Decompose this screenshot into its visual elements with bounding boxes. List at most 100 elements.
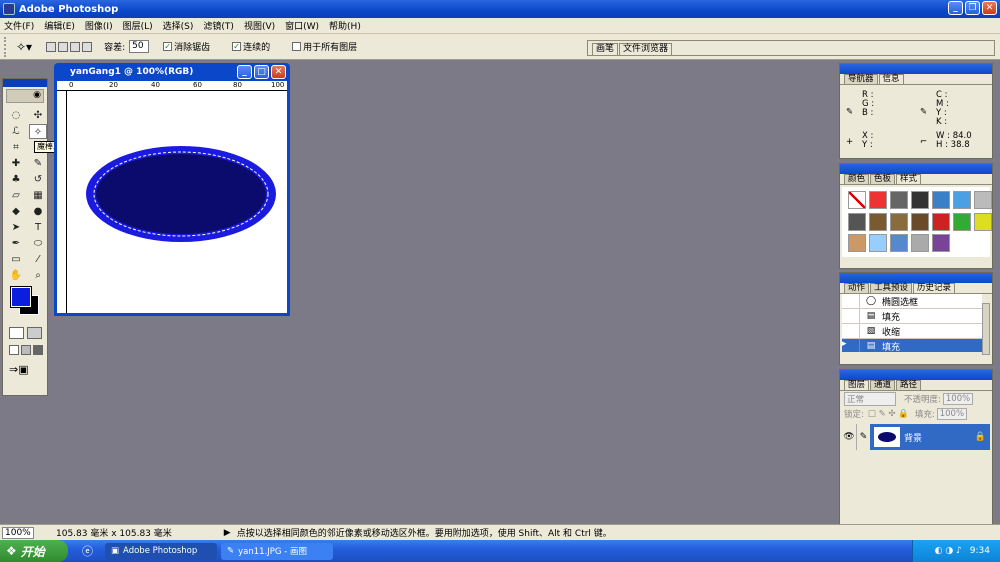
style-swatch[interactable] xyxy=(932,212,950,231)
foreground-color-swatch[interactable] xyxy=(10,286,32,308)
style-swatch[interactable] xyxy=(974,191,992,209)
menu-image[interactable]: 图像(I) xyxy=(85,19,113,32)
add-selection-icon[interactable] xyxy=(58,41,69,52)
style-swatch[interactable] xyxy=(890,212,908,231)
style-swatch[interactable] xyxy=(869,191,887,209)
clock[interactable]: 9:34 xyxy=(970,546,990,556)
antialias-checkbox[interactable]: ✓ xyxy=(163,42,173,51)
style-swatch[interactable] xyxy=(932,234,950,253)
style-swatch[interactable] xyxy=(890,234,908,253)
minimize-button[interactable]: _ xyxy=(948,1,963,15)
history-item[interactable]: ▧ 收缩 xyxy=(842,324,982,339)
tab-info[interactable]: 信息 xyxy=(878,74,904,84)
layers-panel-header[interactable] xyxy=(840,370,992,380)
pen-tool-icon[interactable]: ✒ xyxy=(7,236,25,251)
clone-stamp-icon[interactable]: ♣ xyxy=(7,172,25,187)
menu-file[interactable]: 文件(F) xyxy=(4,19,34,32)
canvas-artwork[interactable] xyxy=(67,91,287,313)
lasso-tool-icon[interactable]: ℒ xyxy=(7,124,25,139)
doc-maximize-button[interactable]: □ xyxy=(254,65,269,79)
style-swatch[interactable] xyxy=(848,212,866,231)
menu-edit[interactable]: 编辑(E) xyxy=(44,19,75,32)
style-swatch[interactable] xyxy=(932,191,950,209)
quicklaunch-ie-icon[interactable]: ⓔ xyxy=(82,543,93,559)
contiguous-checkbox[interactable]: ✓ xyxy=(232,42,242,51)
menu-select[interactable]: 选择(S) xyxy=(163,19,194,32)
eye-icon[interactable]: 👁 xyxy=(842,424,856,450)
menu-window[interactable]: 窗口(W) xyxy=(285,19,319,32)
brush-link-icon[interactable]: ✎ xyxy=(856,424,870,450)
style-swatch[interactable] xyxy=(953,191,971,209)
gradient-tool-icon[interactable]: ▦ xyxy=(29,188,47,203)
all-layers-checkbox[interactable] xyxy=(292,42,302,51)
task-paint[interactable]: ✎ yan11.JPG - 画图 xyxy=(221,542,333,560)
tab-history[interactable]: 历史记录 xyxy=(913,283,956,293)
marquee-tool-icon[interactable]: ◌ xyxy=(7,108,25,123)
options-grip[interactable] xyxy=(4,36,12,57)
style-swatch[interactable] xyxy=(911,212,929,231)
well-tab-brushes[interactable]: 画笔 xyxy=(592,43,619,55)
menu-help[interactable]: 帮助(H) xyxy=(329,19,361,32)
eraser-tool-icon[interactable]: ▱ xyxy=(7,188,25,203)
screen-mode-standard-icon[interactable] xyxy=(9,345,19,355)
toolbox-header[interactable] xyxy=(3,79,47,87)
well-tab-file-browser[interactable]: 文件浏览器 xyxy=(619,43,673,55)
tab-paths[interactable]: 路径 xyxy=(896,380,922,390)
style-swatch[interactable] xyxy=(869,234,887,253)
styles-panel-header[interactable] xyxy=(840,164,992,174)
style-none-swatch[interactable] xyxy=(848,191,866,209)
tolerance-input[interactable]: 50 xyxy=(129,40,150,53)
tab-actions[interactable]: 动作 xyxy=(844,283,870,293)
lock-icons[interactable]: □ ✎ ✣ 🔒 xyxy=(868,409,909,419)
style-swatch[interactable] xyxy=(848,234,866,253)
type-tool-icon[interactable]: T xyxy=(29,220,47,235)
history-brush-icon[interactable]: ↺ xyxy=(29,172,47,187)
style-swatch[interactable] xyxy=(953,212,971,231)
screen-mode-full-menu-icon[interactable] xyxy=(21,345,31,355)
new-selection-icon[interactable] xyxy=(46,41,57,52)
magic-wand-tool-icon[interactable]: ✧ xyxy=(29,124,47,139)
history-item[interactable]: ◯ 椭圆选框 xyxy=(842,294,982,309)
blend-mode-select[interactable]: 正常 xyxy=(844,392,896,406)
adobe-online-icon[interactable]: ◉ xyxy=(6,89,44,103)
tray-icons[interactable]: ◐ ◑ ♪ xyxy=(935,546,962,556)
subtract-selection-icon[interactable] xyxy=(70,41,81,52)
restore-button[interactable]: ❐ xyxy=(965,1,980,15)
style-swatch[interactable] xyxy=(869,212,887,231)
standard-mode-icon[interactable] xyxy=(9,327,24,339)
eyedropper-tool-icon[interactable]: ⁄ xyxy=(29,252,47,267)
task-photoshop[interactable]: ▣ Adobe Photoshop xyxy=(105,542,217,560)
hand-tool-icon[interactable]: ✋ xyxy=(7,268,25,283)
menu-layer[interactable]: 图层(L) xyxy=(123,19,153,32)
history-scrollbar[interactable] xyxy=(982,303,990,355)
tab-channels[interactable]: 通道 xyxy=(870,380,896,390)
tab-color[interactable]: 颜色 xyxy=(844,174,870,184)
tab-swatches[interactable]: 色板 xyxy=(870,174,896,184)
doc-size-readout[interactable]: 105.83 毫米 x 105.83 毫米 xyxy=(56,526,172,539)
move-tool-icon[interactable]: ✣ xyxy=(29,108,47,123)
zoom-field[interactable]: 100% xyxy=(2,526,34,539)
blur-tool-icon[interactable]: ◆ xyxy=(7,204,25,219)
screen-mode-full-icon[interactable] xyxy=(33,345,43,355)
history-item-current[interactable]: ▸ ▤ 填充 xyxy=(842,339,982,352)
brush-tool-icon[interactable]: ✎ xyxy=(29,156,47,171)
layer-row-background[interactable]: 👁 ✎ 背景 🔒 xyxy=(842,424,990,450)
history-panel-header[interactable] xyxy=(840,273,992,283)
jump-to-imageready-icon[interactable]: ⇒▣ xyxy=(9,363,47,376)
tab-styles[interactable]: 样式 xyxy=(896,174,922,184)
menu-filter[interactable]: 滤镜(T) xyxy=(203,19,234,32)
opacity-input[interactable]: 100% xyxy=(942,393,974,405)
style-swatch[interactable] xyxy=(974,212,992,231)
tab-tool-presets[interactable]: 工具预设 xyxy=(870,283,913,293)
style-swatch[interactable] xyxy=(911,234,929,253)
path-select-icon[interactable]: ➤ xyxy=(7,220,25,235)
tab-layers[interactable]: 图层 xyxy=(844,380,870,390)
doc-minimize-button[interactable]: _ xyxy=(237,65,252,79)
intersect-selection-icon[interactable] xyxy=(82,41,93,52)
fill-input[interactable]: 100% xyxy=(936,408,968,420)
healing-brush-icon[interactable]: ✚ xyxy=(7,156,25,171)
shape-tool-icon[interactable]: ⬭ xyxy=(29,236,47,251)
close-button[interactable]: ✕ xyxy=(982,1,997,15)
style-swatch[interactable] xyxy=(890,191,908,209)
magic-wand-preset-icon[interactable]: ✧▾ xyxy=(16,40,32,54)
